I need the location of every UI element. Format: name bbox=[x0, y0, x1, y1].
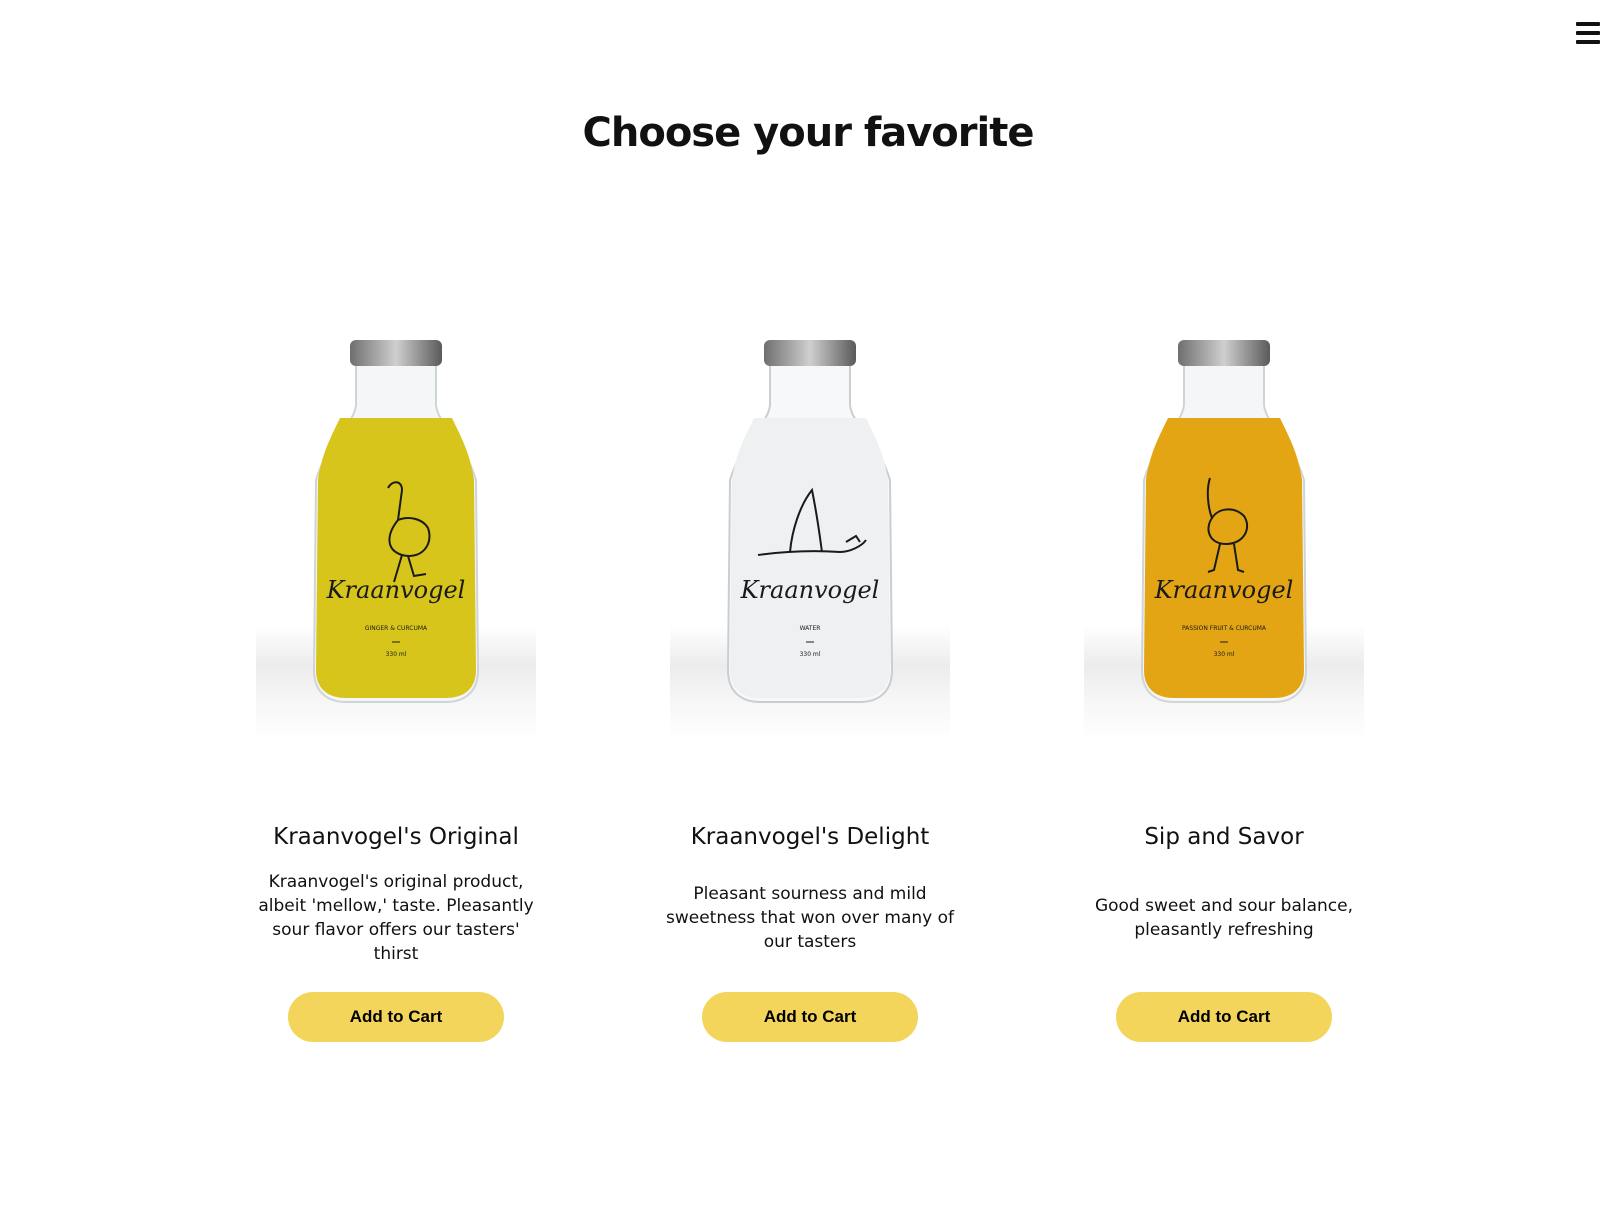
svg-text:PASSION FRUIT & CURCUMA: PASSION FRUIT & CURCUMA bbox=[1182, 625, 1267, 632]
svg-text:GINGER & CURCUMA: GINGER & CURCUMA bbox=[365, 625, 428, 632]
svg-text:330 ml: 330 ml bbox=[386, 651, 407, 658]
svg-text:Kraanvogel: Kraanvogel bbox=[326, 576, 466, 604]
product-title: Kraanvogel's Original bbox=[273, 824, 519, 850]
product-title: Sip and Savor bbox=[1144, 824, 1304, 850]
page: Choose your favorite Kraanvogel GINGER &… bbox=[0, 0, 1616, 1224]
product-description: Pleasant sourness and mild sweetness tha… bbox=[665, 884, 955, 952]
add-to-cart-button[interactable]: Add to Cart bbox=[1116, 992, 1332, 1042]
product-card-sip-and-savor: Kraanvogel PASSION FRUIT & CURCUMA 330 m… bbox=[1074, 330, 1374, 1042]
hamburger-menu-icon[interactable] bbox=[1576, 22, 1600, 46]
svg-text:Kraanvogel: Kraanvogel bbox=[1154, 576, 1294, 604]
svg-text:WATER: WATER bbox=[800, 625, 821, 632]
product-description: Kraanvogel's original product, albeit 'm… bbox=[258, 872, 534, 964]
add-to-cart-button[interactable]: Add to Cart bbox=[702, 992, 918, 1042]
add-to-cart-button[interactable]: Add to Cart bbox=[288, 992, 504, 1042]
product-image: Kraanvogel PASSION FRUIT & CURCUMA 330 m… bbox=[1084, 330, 1364, 740]
product-title: Kraanvogel's Delight bbox=[690, 824, 930, 850]
product-card-original: Kraanvogel GINGER & CURCUMA 330 ml Kraan… bbox=[246, 330, 546, 1042]
svg-text:330 ml: 330 ml bbox=[800, 651, 821, 658]
product-image: Kraanvogel WATER 330 ml bbox=[670, 330, 950, 740]
product-description: Good sweet and sour balance, pleasantly … bbox=[1094, 896, 1354, 940]
svg-text:330 ml: 330 ml bbox=[1214, 651, 1235, 658]
svg-text:Kraanvogel: Kraanvogel bbox=[740, 576, 880, 604]
product-image: Kraanvogel GINGER & CURCUMA 330 ml bbox=[256, 330, 536, 740]
product-card-delight: Kraanvogel WATER 330 ml Kraanvogel's Del… bbox=[660, 330, 960, 1042]
product-grid: Kraanvogel GINGER & CURCUMA 330 ml Kraan… bbox=[0, 330, 1616, 1050]
page-title: Choose your favorite bbox=[582, 110, 1035, 156]
